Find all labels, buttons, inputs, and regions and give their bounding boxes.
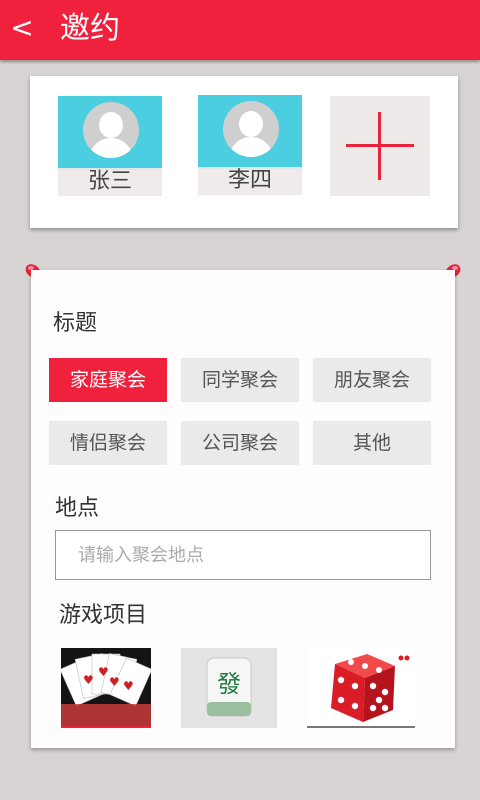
cards-icon: ♥ ♥ ♥ ♥ (61, 648, 151, 728)
dice-icon (307, 648, 415, 728)
tag-other[interactable]: 其他 (313, 421, 431, 465)
default-avatar-icon (83, 102, 139, 158)
default-avatar-icon (223, 101, 279, 157)
avatar (58, 96, 162, 170)
tag-family-party[interactable]: 家庭聚会 (49, 358, 167, 402)
svg-text:♥: ♥ (109, 675, 120, 689)
tag-classmate-party[interactable]: 同学聚会 (181, 358, 299, 402)
invitee-name: 张三 (58, 168, 162, 196)
game-mahjong[interactable]: 發 (181, 648, 277, 728)
svg-text:♥: ♥ (123, 679, 134, 693)
svg-text:♥: ♥ (98, 665, 109, 679)
game-cards[interactable]: ♥ ♥ ♥ ♥ (61, 648, 151, 728)
invitees-card: 张三 李四 (30, 76, 458, 228)
svg-text:♥: ♥ (83, 673, 94, 687)
title-label: 标题 (53, 311, 98, 336)
page-title: 邀约 (60, 11, 120, 46)
invitee-zhangsan[interactable]: 张三 (58, 96, 162, 196)
tag-couple-party[interactable]: 情侣聚会 (49, 421, 167, 465)
mahjong-tile-icon: 發 (181, 648, 277, 728)
back-arrow-icon[interactable]: < (10, 14, 34, 42)
location-input[interactable] (55, 530, 431, 580)
game-dice[interactable] (307, 648, 415, 728)
invitation-form: 标题 家庭聚会 同学聚会 朋友聚会 情侣聚会 公司聚会 其他 地点 游戏项目 ♥… (31, 270, 455, 748)
tag-friend-party[interactable]: 朋友聚会 (313, 358, 431, 402)
games-label: 游戏项目 (59, 603, 148, 628)
location-label: 地点 (55, 496, 100, 521)
invitee-name: 李四 (198, 167, 302, 195)
invitee-lisi[interactable]: 李四 (198, 95, 302, 195)
tag-company-party[interactable]: 公司聚会 (181, 421, 299, 465)
avatar (198, 95, 302, 169)
add-invitee-button[interactable] (330, 96, 430, 196)
svg-text:發: 發 (217, 670, 241, 698)
app-header: < 邀约 (0, 0, 480, 60)
